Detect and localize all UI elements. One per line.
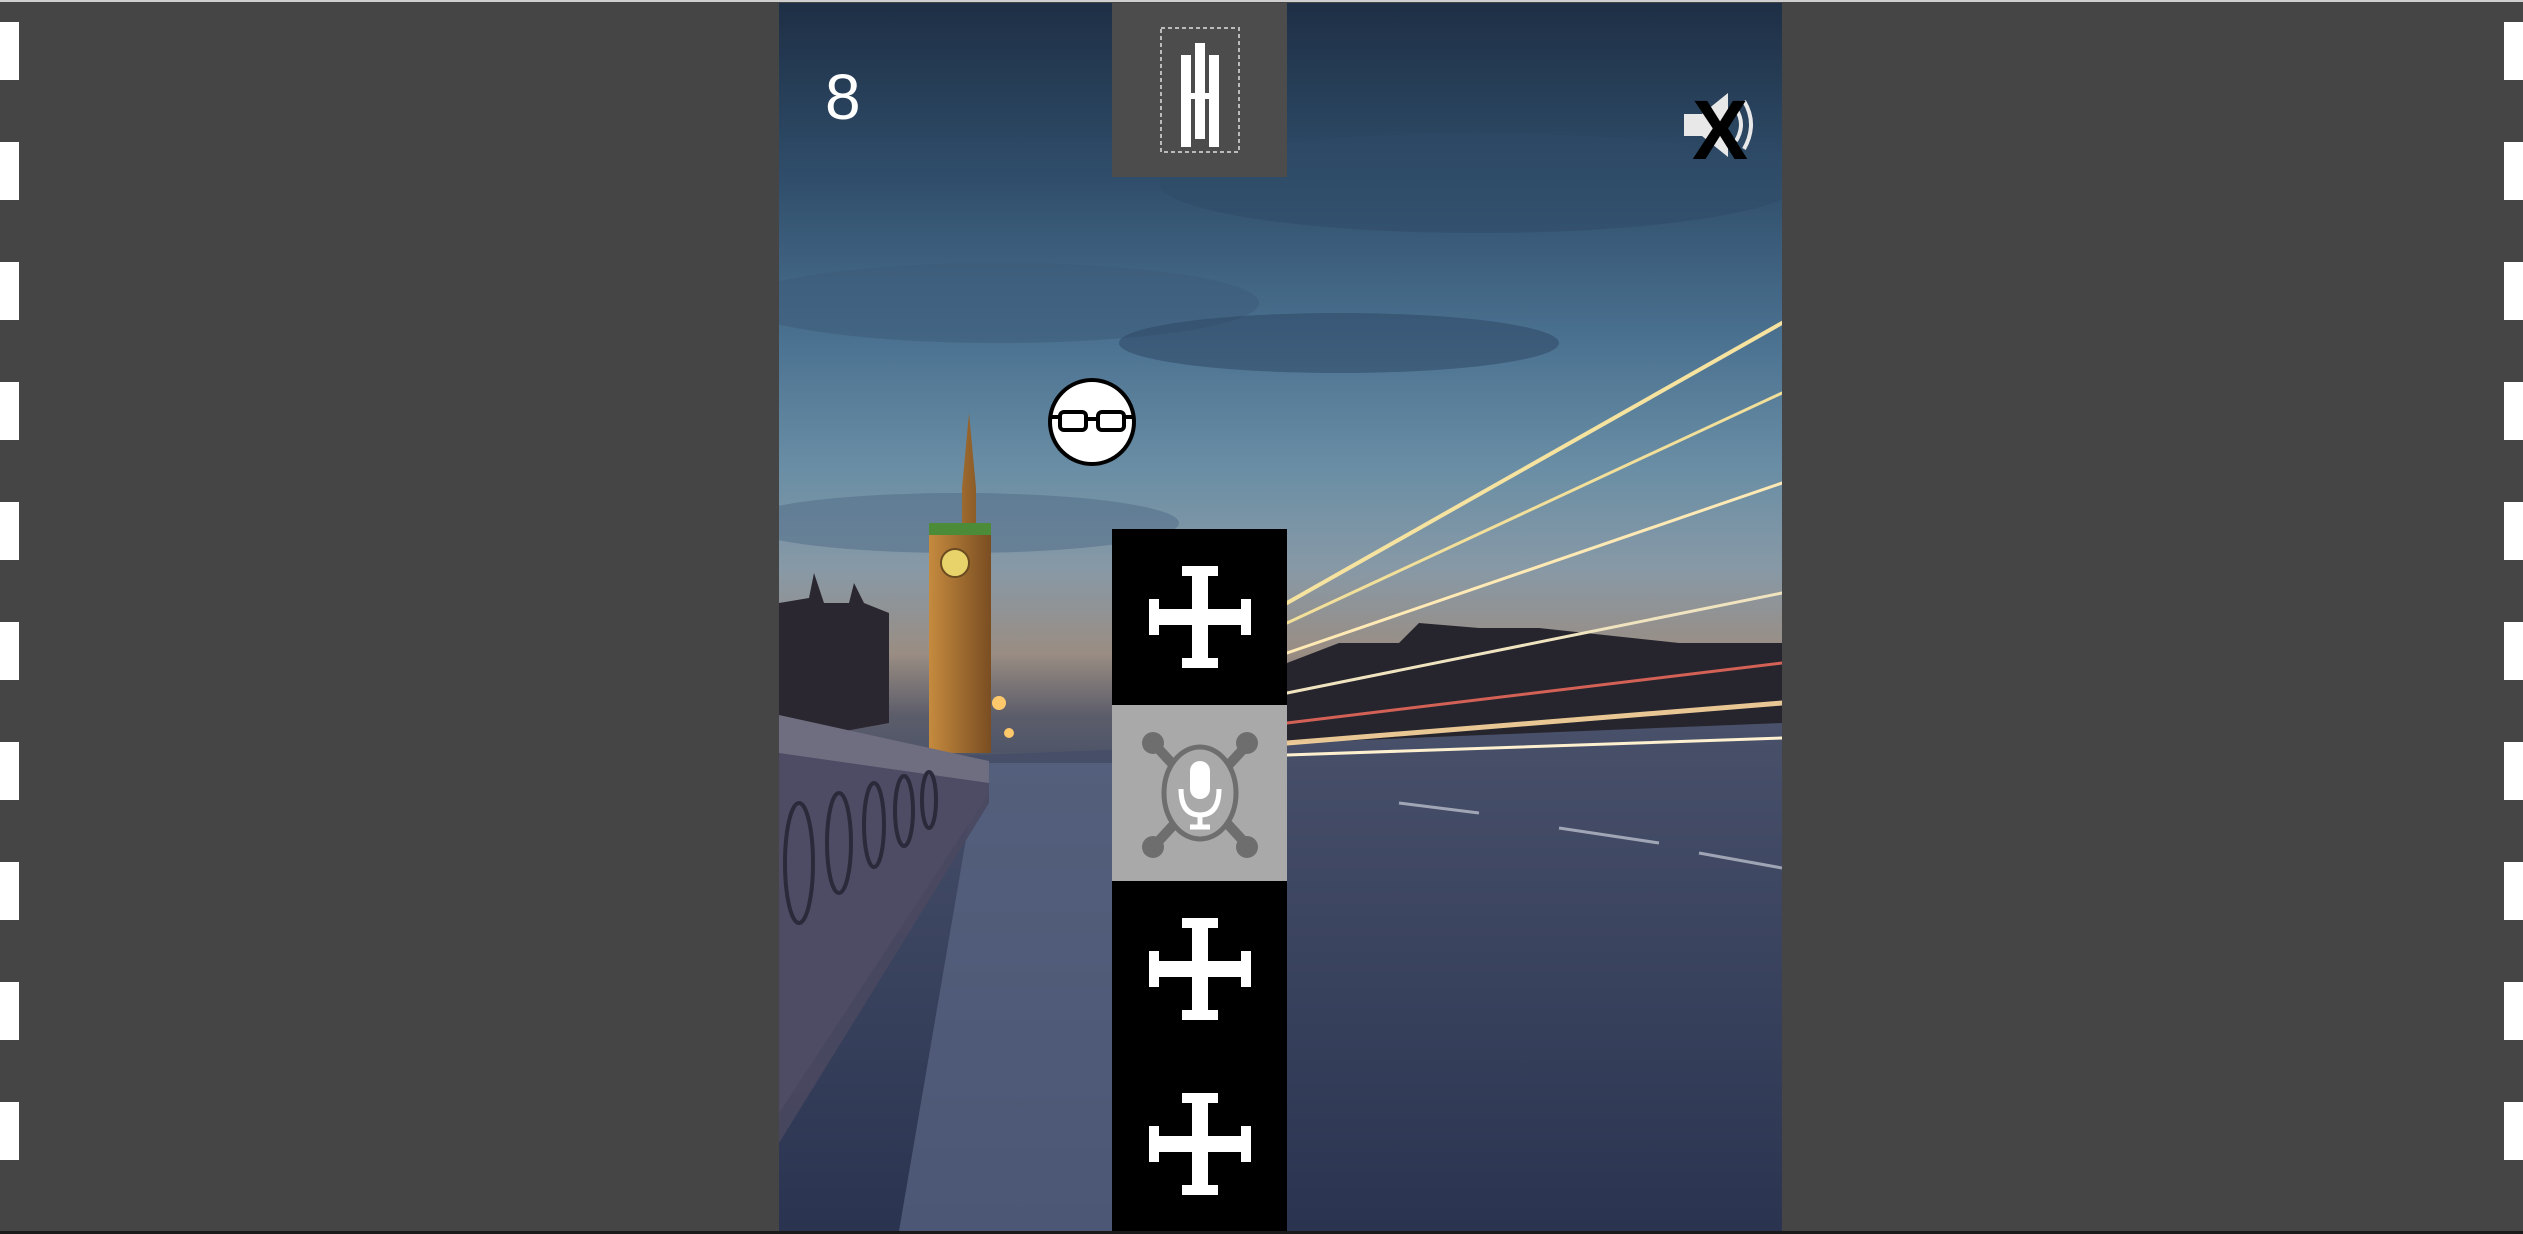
- tower-block[interactable]: [1112, 881, 1287, 1057]
- left-edge-marks: [0, 0, 19, 1234]
- edge-mark: [0, 742, 19, 800]
- glasses-face-icon: [1048, 378, 1136, 466]
- pause-button[interactable]: [1112, 3, 1287, 177]
- cross-icon: [1148, 1093, 1251, 1195]
- edge-mark: [2504, 262, 2523, 320]
- edge-mark: [0, 982, 19, 1040]
- edge-mark: [0, 622, 19, 680]
- edge-mark: [2504, 382, 2523, 440]
- game-stage[interactable]: 8 X: [779, 3, 1782, 1231]
- svg-text:X: X: [1692, 83, 1748, 167]
- score-counter: 8: [825, 61, 861, 133]
- edge-mark: [0, 262, 19, 320]
- edge-mark: [2504, 742, 2523, 800]
- edge-mark: [0, 382, 19, 440]
- edge-mark: [2504, 142, 2523, 200]
- edge-mark: [2504, 1102, 2523, 1160]
- edge-mark: [2504, 502, 2523, 560]
- tower-block[interactable]: [1112, 529, 1287, 705]
- edge-mark: [0, 502, 19, 560]
- edge-mark: [2504, 862, 2523, 920]
- right-edge-marks: [2504, 0, 2523, 1234]
- player-character: [1047, 377, 1137, 467]
- block-tower: [1112, 529, 1287, 1231]
- tower-block-selected[interactable]: [1112, 705, 1287, 881]
- microphone-tools-icon: [1141, 732, 1258, 858]
- pause-icon: [1159, 27, 1240, 153]
- edge-mark: [2504, 982, 2523, 1040]
- edge-mark: [0, 22, 19, 80]
- tower-block[interactable]: [1112, 1057, 1287, 1231]
- sound-toggle-button[interactable]: X: [1684, 81, 1764, 177]
- edge-mark: [2504, 622, 2523, 680]
- edge-mark: [0, 1102, 19, 1160]
- edge-mark: [0, 142, 19, 200]
- edge-mark: [0, 862, 19, 920]
- top-border: [0, 0, 2523, 2]
- edge-mark: [2504, 22, 2523, 80]
- sound-muted-icon: X: [1684, 83, 1753, 177]
- cross-icon: [1148, 918, 1251, 1020]
- cross-icon: [1148, 566, 1251, 668]
